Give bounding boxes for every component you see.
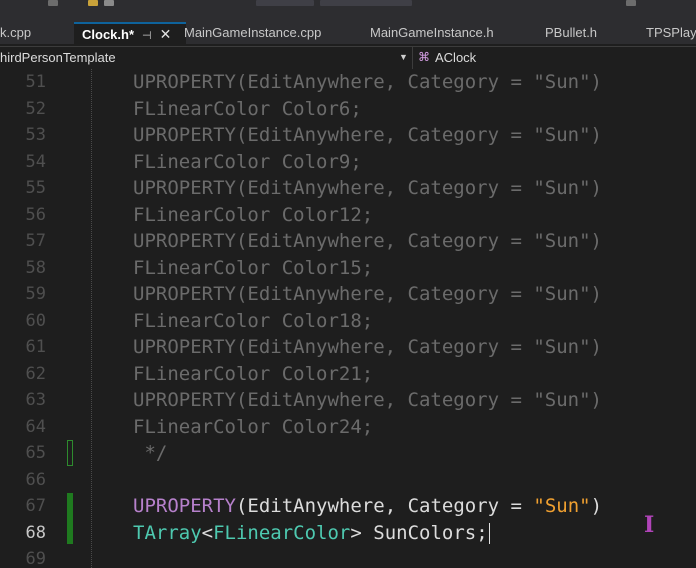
- code-line: 61 UPROPERTY(EditAnywhere, Category = "Su…: [0, 334, 696, 361]
- class-icon: ⌘: [418, 50, 430, 64]
- code-line: 56 FLinearColor Color12;: [0, 202, 696, 229]
- punct-token: <: [201, 521, 214, 544]
- line-text: UPROPERTY(EditAnywhere, Category = "Sun"…: [133, 336, 602, 358]
- line-text: UPROPERTY(EditAnywhere, Category = "Sun"…: [133, 71, 602, 93]
- code-line: 63 UPROPERTY(EditAnywhere, Category = "Su…: [0, 387, 696, 414]
- navigation-bar: hirdPersonTemplate ▼ ⌘ AClock: [0, 46, 696, 70]
- text-caret: [488, 522, 490, 544]
- line-number: 66: [25, 469, 46, 490]
- tab-pbullet-h[interactable]: PBullet.h: [545, 22, 597, 44]
- line-number: 64: [25, 416, 46, 437]
- line-text: TArray<FLinearColor> SunColors;: [133, 520, 490, 547]
- pin-icon[interactable]: ⊣: [142, 30, 152, 42]
- code-line-current: 68 TArray<FLinearColor> SunColors;: [0, 520, 696, 547]
- project-dropdown[interactable]: hirdPersonTemplate: [0, 50, 116, 65]
- line-text: UPROPERTY(EditAnywhere, Category = "Sun"…: [133, 493, 602, 520]
- code-line: 51 UPROPERTY(EditAnywhere, Category = "Su…: [0, 69, 696, 96]
- type-token: TArray: [133, 521, 202, 544]
- folder-icon[interactable]: [88, 0, 98, 6]
- line-number: 58: [25, 257, 46, 278]
- line-number: 59: [25, 284, 46, 304]
- line-text: FLinearColor Color24;: [133, 415, 374, 438]
- line-number: 65: [25, 443, 46, 463]
- line-number: 57: [25, 231, 46, 251]
- tab-label: MainGameInstance.h: [370, 25, 494, 40]
- code-line: 54 FLinearColor Color9;: [0, 149, 696, 176]
- line-text: UPROPERTY(EditAnywhere, Category = "Sun"…: [133, 283, 602, 305]
- code-line: 65 */: [0, 440, 696, 467]
- type-token: FLinearColor: [213, 521, 351, 544]
- tab-label: TPSPlaye: [646, 25, 696, 40]
- string-token: "Sun": [533, 495, 591, 517]
- tab-label: k.cpp: [0, 25, 32, 40]
- line-text: UPROPERTY(EditAnywhere, Category = "Sun"…: [133, 177, 602, 199]
- code-line: 59 UPROPERTY(EditAnywhere, Category = "Su…: [0, 281, 696, 308]
- save-icon[interactable]: [104, 0, 114, 6]
- code-line: 55 UPROPERTY(EditAnywhere, Category = "Su…: [0, 175, 696, 202]
- platform-dropdown[interactable]: [320, 0, 412, 6]
- line-text: FLinearColor Color18;: [133, 309, 374, 332]
- line-number: 68: [25, 522, 46, 543]
- toolbar-icon[interactable]: [626, 0, 636, 6]
- line-number: 69: [25, 549, 46, 568]
- code-editor[interactable]: 51 UPROPERTY(EditAnywhere, Category = "Su…: [0, 69, 696, 568]
- code-line: 62 FLinearColor Color21;: [0, 361, 696, 388]
- tab-tpsplayer[interactable]: TPSPlaye: [646, 22, 696, 44]
- code-line: 58 FLinearColor Color15;: [0, 255, 696, 282]
- line-text: UPROPERTY(EditAnywhere, Category = "Sun"…: [133, 124, 602, 146]
- tab-maingameinstance-cpp[interactable]: MainGameInstance.cpp: [184, 22, 321, 44]
- macro-token: UPROPERTY: [133, 495, 236, 517]
- arg-token: EditAnywhere: [247, 495, 385, 517]
- code-line: 60 FLinearColor Color18;: [0, 308, 696, 335]
- line-number: 61: [25, 337, 46, 357]
- tab-label: PBullet.h: [545, 25, 598, 40]
- close-icon[interactable]: ✕: [160, 26, 172, 42]
- punct-token: >: [350, 521, 362, 544]
- line-text: FLinearColor Color9;: [133, 150, 362, 173]
- line-number: 67: [25, 496, 46, 516]
- punct-token: (: [235, 495, 248, 517]
- tab-label: Clock.h*: [82, 27, 135, 42]
- tab-clock-h[interactable]: Clock.h* ⊣ ✕: [74, 22, 186, 44]
- class-dropdown[interactable]: AClock: [435, 50, 476, 65]
- code-line: 66: [0, 467, 696, 494]
- code-line: 64 FLinearColor Color24;: [0, 414, 696, 441]
- code-line: 69: [0, 546, 696, 568]
- line-number: 56: [25, 204, 46, 225]
- line-text: */: [133, 442, 168, 464]
- line-text: UPROPERTY(EditAnywhere, Category = "Sun"…: [133, 230, 602, 252]
- toolbar-icon[interactable]: [48, 0, 58, 6]
- line-number: 53: [25, 125, 46, 145]
- code-line: 57 UPROPERTY(EditAnywhere, Category = "Su…: [0, 228, 696, 255]
- document-tabs: k.cpp Clock.h* ⊣ ✕ MainGameInstance.cpp Ma…: [0, 22, 696, 44]
- divider: [412, 47, 413, 69]
- tab-label: MainGameInstance.cpp: [184, 25, 322, 40]
- tab-k-cpp[interactable]: k.cpp: [0, 22, 31, 44]
- arg-token: Category: [407, 495, 500, 517]
- code-line: 67 UPROPERTY(EditAnywhere, Category = "S…: [0, 493, 696, 520]
- line-number: 62: [25, 363, 46, 384]
- line-number: 63: [25, 390, 46, 410]
- line-number: 60: [25, 310, 46, 331]
- punct-token: ): [590, 495, 603, 517]
- line-number: 51: [25, 72, 46, 92]
- line-text: FLinearColor Color6;: [133, 97, 362, 120]
- chevron-down-icon[interactable]: ▼: [399, 52, 408, 62]
- identifier-token: SunColors;: [361, 521, 488, 544]
- line-text: FLinearColor Color12;: [133, 203, 374, 226]
- line-text: FLinearColor Color21;: [133, 362, 374, 385]
- line-number: 55: [25, 178, 46, 198]
- punct-token: =: [499, 495, 534, 517]
- line-text: UPROPERTY(EditAnywhere, Category = "Sun"…: [133, 389, 602, 411]
- line-number: 52: [25, 98, 46, 119]
- code-line: 53 UPROPERTY(EditAnywhere, Category = "Su…: [0, 122, 696, 149]
- tab-maingameinstance-h[interactable]: MainGameInstance.h: [370, 22, 494, 44]
- line-number: 54: [25, 151, 46, 172]
- config-dropdown[interactable]: [256, 0, 314, 6]
- code-line: 52 FLinearColor Color6;: [0, 96, 696, 123]
- i-beam-cursor-icon: I: [644, 512, 655, 538]
- line-text: FLinearColor Color15;: [133, 256, 374, 279]
- punct-token: ,: [384, 495, 408, 517]
